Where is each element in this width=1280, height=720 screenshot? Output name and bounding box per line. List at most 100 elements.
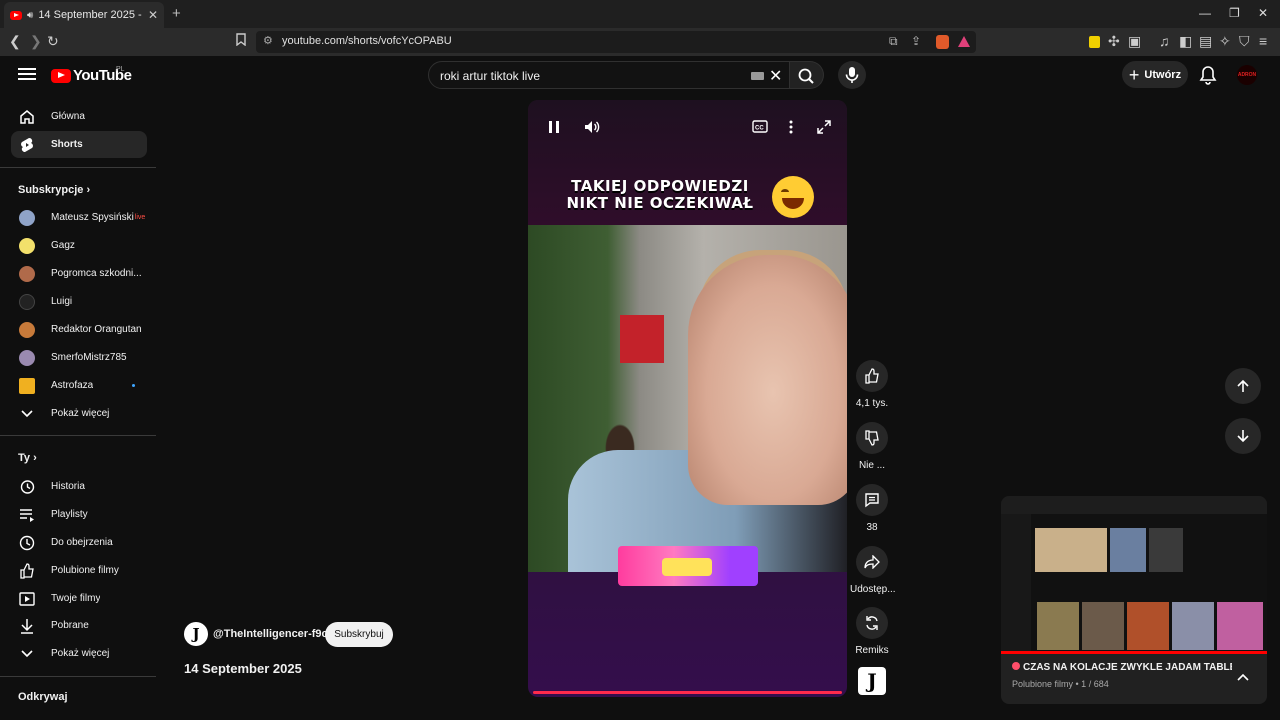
back-icon[interactable]: ❮ (9, 33, 21, 50)
vpn-icon[interactable]: ⛉ (1239, 33, 1250, 50)
share-page-icon[interactable]: ⇪ (911, 34, 921, 48)
mini-progress-bar[interactable] (1001, 651, 1267, 654)
fullscreen-button[interactable] (817, 120, 831, 139)
sidebar-item-subscription[interactable]: Gagz (11, 232, 147, 259)
youtube-play-icon (51, 68, 71, 83)
chevron-down-icon (19, 646, 35, 662)
show-more-button[interactable]: Pokaż więcej (11, 640, 147, 667)
create-label: Utwórz (1144, 68, 1182, 81)
menu-icon[interactable]: ≡ (1259, 33, 1267, 49)
extension-icon[interactable] (1089, 36, 1100, 48)
remix-button[interactable]: Remiks (850, 607, 894, 656)
sidebar-toggle-icon[interactable]: ◧ (1179, 33, 1192, 50)
sidebar-item-your-videos[interactable]: Twoje filmy (11, 585, 147, 612)
voice-search-button[interactable] (838, 61, 866, 89)
leo-ai-icon[interactable]: ✧ (1219, 33, 1231, 50)
account-avatar[interactable]: ADRON (1237, 65, 1257, 85)
like-button[interactable]: 4,1 tys. (850, 360, 894, 409)
sidebar-item-subscription[interactable]: SmerfoMistrz785 (11, 344, 147, 371)
screenshot-icon[interactable]: ▣ (1128, 33, 1141, 50)
share-button[interactable]: Udostęp... (850, 546, 896, 595)
avatar (19, 349, 35, 366)
dislike-button[interactable]: Nie ... (850, 422, 894, 471)
show-more-button[interactable]: Pokaż więcej (11, 400, 147, 427)
media-icon[interactable]: ♫ (1159, 33, 1170, 49)
divider (0, 167, 156, 168)
playlists-icon (19, 507, 35, 523)
sidebar-item-downloads[interactable]: Pobrane (11, 612, 147, 639)
video-frame (528, 225, 847, 572)
bookmark-icon[interactable] (236, 33, 246, 49)
mini-player[interactable]: CZAS NA KOLACJE ZWYKLE JADAM TABLET... P… (1001, 496, 1267, 704)
sidebar-item-watch-later[interactable]: Do obejrzenia (11, 529, 147, 556)
forward-icon[interactable]: ❯ (30, 33, 42, 50)
sidebar-item-subscription[interactable]: Astrofaza (11, 372, 147, 399)
restore-icon[interactable]: ❐ (1229, 6, 1240, 20)
keyboard-icon[interactable] (751, 72, 764, 80)
wallet-icon[interactable]: ▤ (1199, 33, 1212, 50)
speaker-icon[interactable]: 🔊︎ (27, 10, 33, 21)
sidebar-item-liked[interactable]: Polubione filmy (11, 557, 147, 584)
search-icon (798, 68, 814, 84)
caption-line-1: TAKIEJ ODPOWIEDZI (571, 177, 749, 195)
captions-button[interactable]: CC (752, 120, 768, 138)
expand-miniplayer-button[interactable] (1237, 668, 1249, 686)
channel-thumbnail[interactable]: J (858, 667, 886, 695)
open-external-icon[interactable]: ⧉ (889, 34, 898, 49)
plus-icon: + (1128, 64, 1140, 85)
previous-short-button[interactable] (1225, 368, 1261, 404)
next-short-button[interactable] (1225, 418, 1261, 454)
browser-nav-bar: ❮ ❯ ↻ ⚙ youtube.com/shorts/vofcYcOPABU ⧉… (0, 28, 1280, 56)
address-bar[interactable]: ⚙ youtube.com/shorts/vofcYcOPABU ⧉ ⇪ (256, 31, 976, 53)
like-count: 4,1 tys. (855, 398, 889, 409)
subscribe-button[interactable]: Subskrybuj (325, 622, 393, 647)
extensions-puzzle-icon[interactable]: ✣ (1108, 33, 1120, 50)
caption-line-2: NIKT NIE OCZEKIWAŁ (566, 194, 754, 212)
pause-button[interactable] (548, 120, 560, 139)
mini-thumbnail (1217, 602, 1263, 650)
channel-handle[interactable]: @TheIntelligencer-f9c (213, 628, 328, 640)
mini-thumbnail (1082, 602, 1124, 650)
sidebar-item-subscription[interactable]: Luigi (11, 288, 147, 315)
brave-shields-icon[interactable] (936, 35, 949, 49)
sidebar-item-shorts[interactable]: Shorts (11, 131, 147, 158)
url-text: youtube.com/shorts/vofcYcOPABU (282, 35, 452, 47)
sidebar-item-subscription[interactable]: Redaktor Orangutan (11, 316, 147, 343)
avatar-text: ADRON (1237, 72, 1257, 78)
clear-search-icon[interactable]: ✕ (769, 66, 782, 86)
sidebar-item-subscription[interactable]: Pogromca szkodni... (11, 260, 147, 287)
sidebar-item-playlists[interactable]: Playlisty (11, 501, 147, 528)
sidebar-item-history[interactable]: Historia (11, 473, 147, 500)
sidebar-item-home[interactable]: Główna (11, 103, 147, 130)
mini-thumbnail (1035, 528, 1107, 572)
guide-menu-icon[interactable] (18, 66, 36, 82)
liked-icon (19, 562, 35, 579)
search-button[interactable] (790, 61, 824, 89)
mini-player-playlist-info: Polubione filmy • 1 / 684 (1012, 679, 1109, 689)
reload-icon[interactable]: ↻ (47, 33, 59, 50)
brave-rewards-icon[interactable] (958, 36, 970, 47)
explore-heading: Odkrywaj (18, 691, 68, 703)
volume-icon (585, 121, 600, 133)
you-heading[interactable]: Ty › (18, 452, 37, 464)
sidebar-item-subscription[interactable]: Mateusz Spysiński live (11, 204, 147, 231)
mini-player-title[interactable]: CZAS NA KOLACJE ZWYKLE JADAM TABLET... (1012, 662, 1232, 673)
comments-button[interactable]: 38 (850, 484, 894, 533)
mini-player-screen[interactable] (1001, 496, 1267, 651)
browser-tab[interactable]: 🔊︎ 14 September 2025 - YouTube ✕ (4, 2, 164, 28)
minimize-icon[interactable]: — (1199, 6, 1211, 20)
volume-button[interactable] (584, 120, 600, 139)
site-info-icon[interactable]: ⚙ (263, 34, 273, 47)
home-icon (19, 109, 35, 125)
close-tab-icon[interactable]: ✕ (148, 8, 158, 22)
close-window-icon[interactable]: ✕ (1258, 6, 1268, 20)
create-button[interactable]: + Utwórz (1122, 61, 1188, 88)
channel-avatar[interactable]: J (184, 622, 208, 646)
subscriptions-heading[interactable]: Subskrypcje › (18, 184, 90, 196)
new-tab-icon[interactable]: + (172, 5, 181, 22)
video-progress-bar[interactable] (533, 691, 842, 694)
shorts-video-player[interactable]: TAKIEJ ODPOWIEDZI NIKT NIE OCZEKIWAŁ CC (528, 100, 847, 697)
notifications-button[interactable] (1199, 65, 1217, 90)
search-input[interactable]: roki artur tiktok live ✕ (428, 61, 790, 89)
more-options-button[interactable] (789, 120, 793, 139)
